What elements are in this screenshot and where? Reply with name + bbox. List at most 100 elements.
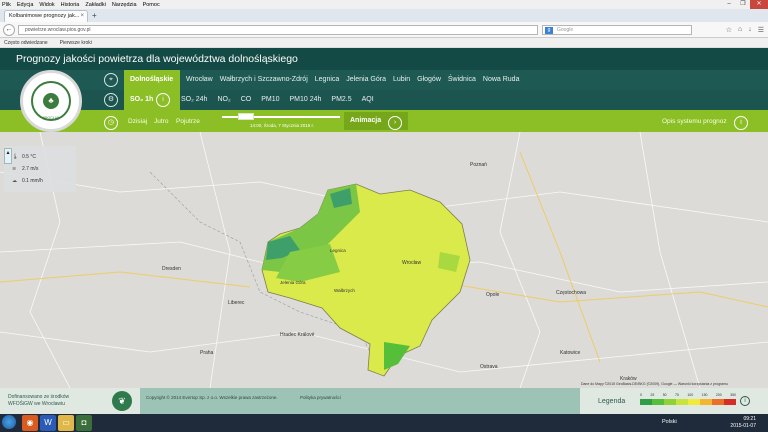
- city-label-legnica: Legnica: [330, 248, 346, 253]
- zoom-control[interactable]: ▴: [4, 148, 12, 164]
- logo[interactable]: ♣ WROCŁAW: [20, 70, 82, 132]
- gauge-icon[interactable]: ⚙: [104, 93, 118, 107]
- language-indicator[interactable]: Polski: [662, 419, 677, 425]
- menu-view[interactable]: Widok: [39, 2, 54, 8]
- time-slider-label: 14:00, Środa, 7 Stycznia 2015 r.: [250, 123, 315, 128]
- cofund-line-2: WFOŚiGW we Wrocławiu: [8, 401, 65, 407]
- play-icon[interactable]: ›: [388, 116, 402, 130]
- map-canvas: [0, 132, 768, 388]
- legend-value: 50: [662, 393, 667, 397]
- region-nowa-ruda[interactable]: Nowa Ruda: [483, 76, 520, 83]
- bookmark-frequent[interactable]: Często odwiedzane: [4, 40, 48, 46]
- word-icon[interactable]: W: [40, 415, 56, 431]
- region-legnica[interactable]: Legnica: [315, 76, 340, 83]
- thermometer-icon: 🌡: [12, 154, 19, 160]
- browser-menubar: Plik Edycja Widok Historia Zakładki Narz…: [0, 0, 768, 9]
- menu-history[interactable]: Historia: [61, 2, 80, 8]
- menu-tools[interactable]: Narzędzia: [112, 2, 137, 8]
- day-after-tomorrow[interactable]: Pojutrze: [176, 118, 200, 125]
- menu-file[interactable]: Plik: [2, 2, 11, 8]
- region-links: Wrocław Wałbrzych i Szczawno-Zdrój Legni…: [186, 76, 526, 83]
- city-label-walbrzych: Wałbrzych: [334, 288, 355, 293]
- logo-emblem-icon: ♣: [43, 93, 59, 109]
- legend-value: 200: [715, 393, 722, 397]
- system-clock[interactable]: 09:21 2015-01-07: [730, 416, 756, 430]
- privacy-policy-link[interactable]: Polityka prywatności: [300, 395, 341, 400]
- folder-icon[interactable]: ▭: [58, 415, 74, 431]
- param-no2[interactable]: NO₂: [217, 96, 230, 103]
- region-lubin[interactable]: Lubin: [393, 76, 410, 83]
- start-button-icon[interactable]: [2, 415, 16, 429]
- temperature-value: 0.5 °C: [22, 154, 36, 160]
- weather-panel: 🌡 0.5 °C ≋ 2.7 m/s ☁ 0.1 mm/h: [4, 146, 76, 192]
- weather-precipitation: ☁ 0.1 mm/h: [12, 178, 43, 184]
- param-co[interactable]: CO: [241, 96, 252, 103]
- legend-swatch: [652, 399, 664, 405]
- menu-bookmarks[interactable]: Zakładki: [85, 2, 105, 8]
- system-description-link[interactable]: Opis systemu prognoz: [662, 118, 727, 125]
- maximize-icon[interactable]: ❐: [736, 0, 750, 9]
- legend-value: 75: [675, 393, 679, 397]
- fund-logo-icon[interactable]: ❦: [112, 391, 132, 411]
- window-controls: – ❐ ✕: [722, 0, 768, 9]
- region-jelenia-gora[interactable]: Jelenia Góra: [346, 76, 386, 83]
- param-pm25[interactable]: PM2.5: [331, 96, 351, 103]
- legend-value: 150: [701, 393, 708, 397]
- menu-icon[interactable]: ☰: [758, 26, 764, 34]
- region-active[interactable]: Dolnośląskie: [124, 70, 180, 90]
- menu-edit[interactable]: Edycja: [17, 2, 34, 8]
- region-glogow[interactable]: Głogów: [417, 76, 441, 83]
- region-swidnica[interactable]: Świdnica: [448, 76, 476, 83]
- bookmarks-bar: Często odwiedzane Pierwsze kroki: [0, 38, 768, 48]
- minimize-icon[interactable]: –: [722, 0, 736, 9]
- tab-title: Kolbanimowe prognozy jak...: [9, 13, 80, 19]
- description-info-icon[interactable]: i: [734, 116, 748, 130]
- search-input[interactable]: g Google: [542, 25, 692, 35]
- city-label-czestochowa: Częstochowa: [556, 290, 587, 296]
- time-slider-thumb[interactable]: [238, 113, 254, 120]
- day-today[interactable]: Dzisiaj: [128, 118, 147, 125]
- star-icon[interactable]: ☆: [726, 26, 732, 34]
- close-window-icon[interactable]: ✕: [750, 0, 768, 9]
- day-tomorrow[interactable]: Jutro: [154, 118, 168, 125]
- logo-text: WROCŁAW: [41, 116, 61, 120]
- map-attribution: Dane do Mapy ©2015 GeoBasis-DE/BKG (©200…: [580, 382, 728, 386]
- legend-value: 0: [640, 393, 642, 397]
- copyright-text: Copyright © 2014 Evertop Sp. z o.o. Wsze…: [146, 395, 278, 400]
- clock-time: 09:21: [743, 416, 756, 422]
- param-active[interactable]: SO₂ 1h: [124, 90, 180, 110]
- region-wroclaw[interactable]: Wrocław: [186, 76, 213, 83]
- home-icon[interactable]: ⌂: [738, 26, 742, 34]
- param-so2-24h[interactable]: SO₂ 24h: [181, 96, 207, 103]
- clock-icon[interactable]: ◷: [104, 116, 118, 130]
- legend-swatch: [664, 399, 676, 405]
- map[interactable]: Wrocław Legnica Jelenia Góra Wałbrzych O…: [0, 132, 768, 388]
- bookmark-getting-started[interactable]: Pierwsze kroki: [60, 40, 92, 46]
- city-label-hradec: Hradec Králové: [280, 332, 315, 338]
- new-tab-icon[interactable]: +: [92, 11, 97, 20]
- param-pm10[interactable]: PM10: [261, 96, 279, 103]
- legend-info-icon[interactable]: i: [740, 396, 750, 406]
- url-bar[interactable]: powietrze.wroclaw.pios.gov.pl: [18, 25, 538, 35]
- footer: Dofinansowano ze środków WFOŚiGW we Wroc…: [0, 388, 768, 414]
- browser-tab[interactable]: Kolbanimowe prognozy jak... ×: [4, 10, 88, 22]
- param-pm10-24h[interactable]: PM10 24h: [289, 96, 321, 103]
- legend-color-bar: [640, 399, 736, 405]
- cofund-text: Dofinansowano ze środków WFOŚiGW we Wroc…: [8, 394, 69, 408]
- app-icon[interactable]: ◘: [76, 415, 92, 431]
- city-label-jelenia-gora: Jelenia Góra: [280, 280, 306, 285]
- site-header: Prognozy jakości powietrza dla województ…: [0, 48, 768, 70]
- close-tab-icon[interactable]: ×: [80, 13, 84, 19]
- legend-swatch: [724, 399, 736, 405]
- info-icon[interactable]: i: [156, 93, 170, 107]
- legend-value: 25: [650, 393, 655, 397]
- legend-swatch: [676, 399, 688, 405]
- firefox-icon[interactable]: ◉: [22, 415, 38, 431]
- city-label-opole: Opole: [486, 292, 500, 298]
- download-icon[interactable]: ↓: [748, 26, 752, 34]
- location-icon[interactable]: ⌖: [104, 73, 118, 87]
- region-walbrzych[interactable]: Wałbrzych i Szczawno-Zdrój: [220, 76, 308, 83]
- back-arrow-icon[interactable]: ←: [3, 24, 15, 36]
- param-aqi[interactable]: AQI: [362, 96, 374, 103]
- menu-help[interactable]: Pomoc: [143, 2, 160, 8]
